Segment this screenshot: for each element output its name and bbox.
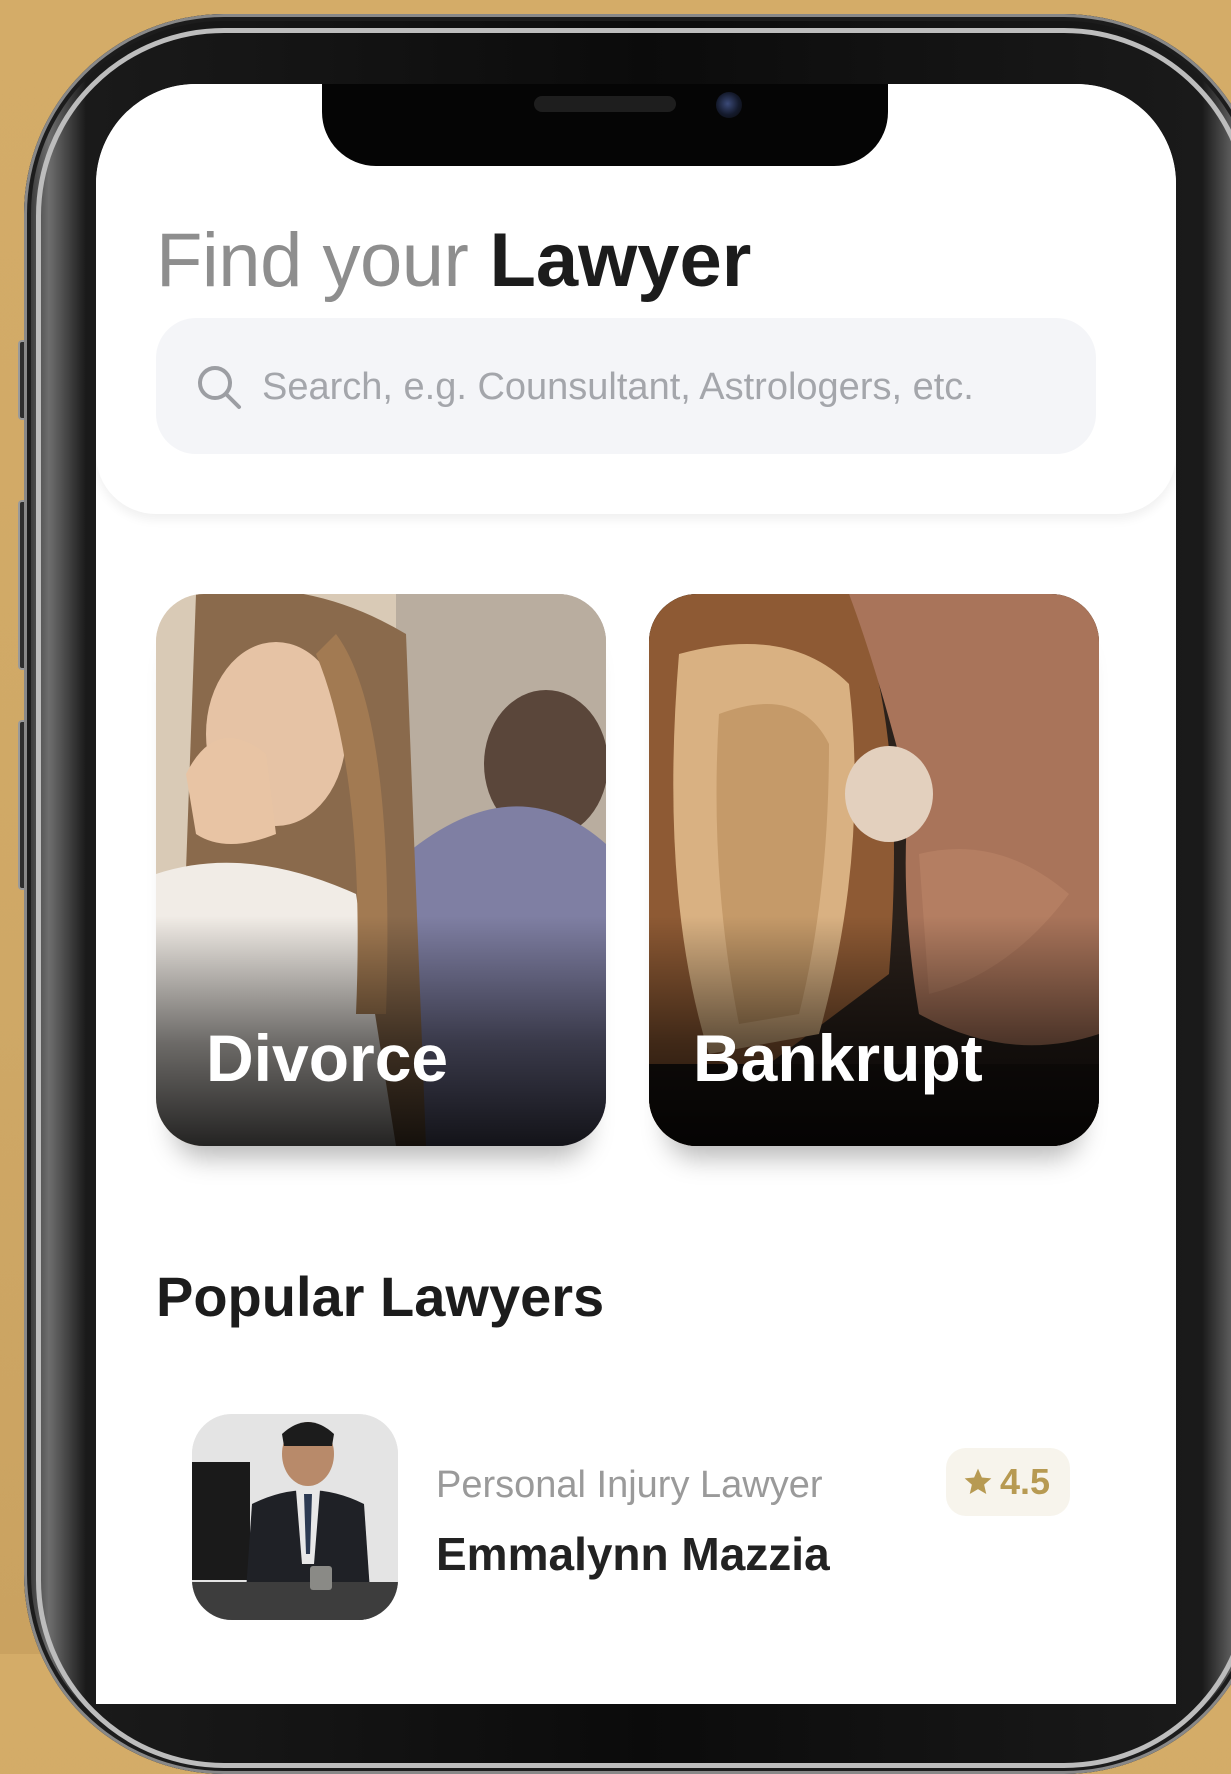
lawyer-photo xyxy=(192,1414,398,1620)
page-title: Find your Lawyer xyxy=(156,216,751,306)
category-card-bankrupt[interactable]: Bankrupt xyxy=(649,594,1099,1146)
rating-value: 4.5 xyxy=(1000,1461,1051,1502)
lawyer-role: Personal Injury Lawyer xyxy=(436,1464,823,1506)
phone-notch xyxy=(322,84,888,166)
page-title-keyword: Lawyer xyxy=(489,218,752,303)
front-camera xyxy=(716,92,742,118)
rating-badge: 4.5 xyxy=(946,1448,1070,1516)
search-icon xyxy=(198,366,241,409)
app-screen: Find your Lawyer Divorce xyxy=(96,84,1176,1704)
category-card-divorce[interactable]: Divorce xyxy=(156,594,606,1146)
category-label: Divorce xyxy=(206,1021,449,1095)
lawyer-name: Emmalynn Mazzia xyxy=(436,1528,830,1580)
avatar xyxy=(192,1414,398,1620)
speaker-grille xyxy=(534,96,676,112)
search-bar[interactable] xyxy=(156,318,1096,454)
category-label: Bankrupt xyxy=(693,1021,983,1095)
page-title-prefix: Find your xyxy=(156,218,469,303)
search-input[interactable] xyxy=(260,352,1074,422)
star-icon xyxy=(964,1468,992,1494)
section-title-popular-lawyers: Popular Lawyers xyxy=(156,1265,605,1328)
lawyer-list-item[interactable]: Personal Injury Lawyer Emmalynn Mazzia 4… xyxy=(192,1414,1092,1624)
